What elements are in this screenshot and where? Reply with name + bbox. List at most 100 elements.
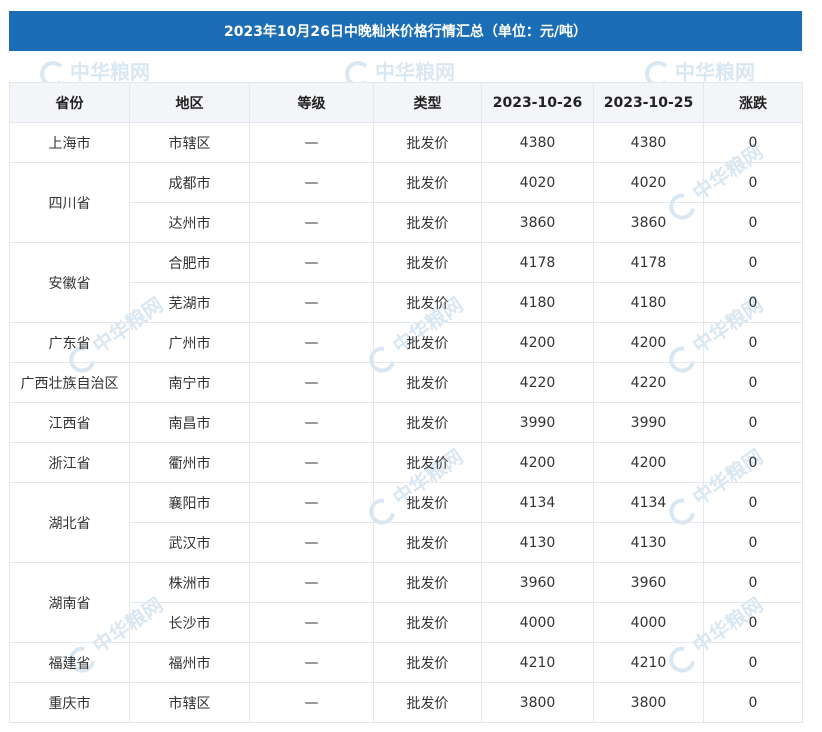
header-date-today: 2023-10-26 xyxy=(481,82,594,123)
table-row: 四川省 成都市 — 批发价 4020 4020 0 xyxy=(9,162,803,243)
cell-price-prev: 4200 xyxy=(593,442,704,483)
cell-region: 南昌市 xyxy=(129,402,250,443)
cell-price-prev: 4180 xyxy=(593,282,704,323)
table-row: 福建省 福州市 — 批发价 4210 4210 0 xyxy=(9,642,803,683)
cell-price-today: 4020 xyxy=(481,162,594,203)
header-date-prev: 2023-10-25 xyxy=(593,82,704,123)
cell-price-today: 4130 xyxy=(481,522,594,563)
table-row: 重庆市 市辖区 — 批发价 3800 3800 0 xyxy=(9,682,803,723)
cell-change: 0 xyxy=(703,322,803,363)
cell-province: 江西省 xyxy=(9,402,130,443)
header-grade: 等级 xyxy=(249,82,374,123)
table-row: 广西壮族自治区 南宁市 — 批发价 4220 4220 0 xyxy=(9,362,803,403)
cell-region: 襄阳市 xyxy=(129,482,250,523)
cell-grade: — xyxy=(249,442,374,483)
cell-region: 市辖区 xyxy=(129,682,250,723)
table-row: 上海市 市辖区 — 批发价 4380 4380 0 xyxy=(9,122,803,163)
cell-type: 批发价 xyxy=(373,642,482,683)
cell-region: 株洲市 xyxy=(129,562,250,603)
cell-province: 上海市 xyxy=(9,122,130,163)
cell-change: 0 xyxy=(703,562,803,603)
cell-type: 批发价 xyxy=(373,442,482,483)
header-region: 地区 xyxy=(129,82,250,123)
cell-price-today: 3860 xyxy=(481,202,594,243)
cell-grade: — xyxy=(249,402,374,443)
cell-province: 四川省 xyxy=(9,162,130,243)
cell-type: 批发价 xyxy=(373,402,482,443)
cell-type: 批发价 xyxy=(373,282,482,323)
cell-grade: — xyxy=(249,522,374,563)
cell-region: 福州市 xyxy=(129,642,250,683)
cell-price-prev: 4130 xyxy=(593,522,704,563)
cell-region: 达州市 xyxy=(129,202,250,243)
cell-price-prev: 4134 xyxy=(593,482,704,523)
cell-grade: — xyxy=(249,282,374,323)
header-province: 省份 xyxy=(9,82,130,123)
cell-region: 长沙市 xyxy=(129,602,250,643)
table-row: 广东省 广州市 — 批发价 4200 4200 0 xyxy=(9,322,803,363)
cell-price-prev: 3860 xyxy=(593,202,704,243)
cell-change: 0 xyxy=(703,602,803,643)
table-row: 湖南省 株洲市 — 批发价 3960 3960 0 xyxy=(9,562,803,643)
cell-region: 成都市 xyxy=(129,162,250,203)
cell-change: 0 xyxy=(703,162,803,203)
cell-grade: — xyxy=(249,682,374,723)
cell-type: 批发价 xyxy=(373,482,482,523)
price-table: 省份 地区 等级 类型 2023-10-26 2023-10-25 涨跌 上海市… xyxy=(9,82,803,723)
cell-region: 广州市 xyxy=(129,322,250,363)
cell-price-today: 4200 xyxy=(481,322,594,363)
cell-type: 批发价 xyxy=(373,242,482,283)
cell-type: 批发价 xyxy=(373,682,482,723)
cell-region: 南宁市 xyxy=(129,362,250,403)
table-header-row: 省份 地区 等级 类型 2023-10-26 2023-10-25 涨跌 xyxy=(9,82,803,123)
cell-type: 批发价 xyxy=(373,602,482,643)
cell-change: 0 xyxy=(703,202,803,243)
cell-change: 0 xyxy=(703,242,803,283)
cell-price-today: 3960 xyxy=(481,562,594,603)
cell-type: 批发价 xyxy=(373,562,482,603)
cell-type: 批发价 xyxy=(373,162,482,203)
cell-region: 合肥市 xyxy=(129,242,250,283)
cell-price-today: 4210 xyxy=(481,642,594,683)
table-row: 安徽省 合肥市 — 批发价 4178 4178 0 xyxy=(9,242,803,323)
cell-change: 0 xyxy=(703,482,803,523)
cell-grade: — xyxy=(249,322,374,363)
cell-type: 批发价 xyxy=(373,202,482,243)
cell-province: 福建省 xyxy=(9,642,130,683)
cell-grade: — xyxy=(249,562,374,603)
page-title: 2023年10月26日中晚籼米价格行情汇总（单位：元/吨） xyxy=(9,11,802,51)
cell-region: 衢州市 xyxy=(129,442,250,483)
cell-province: 湖北省 xyxy=(9,482,130,563)
cell-type: 批发价 xyxy=(373,322,482,363)
cell-region: 芜湖市 xyxy=(129,282,250,323)
cell-price-prev: 3990 xyxy=(593,402,704,443)
cell-price-today: 3800 xyxy=(481,682,594,723)
cell-grade: — xyxy=(249,362,374,403)
cell-change: 0 xyxy=(703,122,803,163)
cell-price-today: 4000 xyxy=(481,602,594,643)
cell-price-prev: 4380 xyxy=(593,122,704,163)
cell-price-prev: 4210 xyxy=(593,642,704,683)
cell-price-prev: 4178 xyxy=(593,242,704,283)
cell-grade: — xyxy=(249,602,374,643)
cell-province: 重庆市 xyxy=(9,682,130,723)
cell-price-prev: 4000 xyxy=(593,602,704,643)
cell-province: 广东省 xyxy=(9,322,130,363)
cell-price-today: 4178 xyxy=(481,242,594,283)
cell-change: 0 xyxy=(703,282,803,323)
cell-grade: — xyxy=(249,202,374,243)
table-row: 浙江省 衢州市 — 批发价 4200 4200 0 xyxy=(9,442,803,483)
cell-grade: — xyxy=(249,242,374,283)
cell-price-today: 4200 xyxy=(481,442,594,483)
cell-change: 0 xyxy=(703,682,803,723)
cell-price-prev: 4020 xyxy=(593,162,704,203)
cell-price-prev: 4220 xyxy=(593,362,704,403)
cell-price-prev: 4200 xyxy=(593,322,704,363)
cell-type: 批发价 xyxy=(373,362,482,403)
cell-price-today: 4134 xyxy=(481,482,594,523)
cell-grade: — xyxy=(249,162,374,203)
cell-grade: — xyxy=(249,122,374,163)
table-row: 湖北省 襄阳市 — 批发价 4134 4134 0 xyxy=(9,482,803,563)
cell-province: 浙江省 xyxy=(9,442,130,483)
cell-change: 0 xyxy=(703,642,803,683)
